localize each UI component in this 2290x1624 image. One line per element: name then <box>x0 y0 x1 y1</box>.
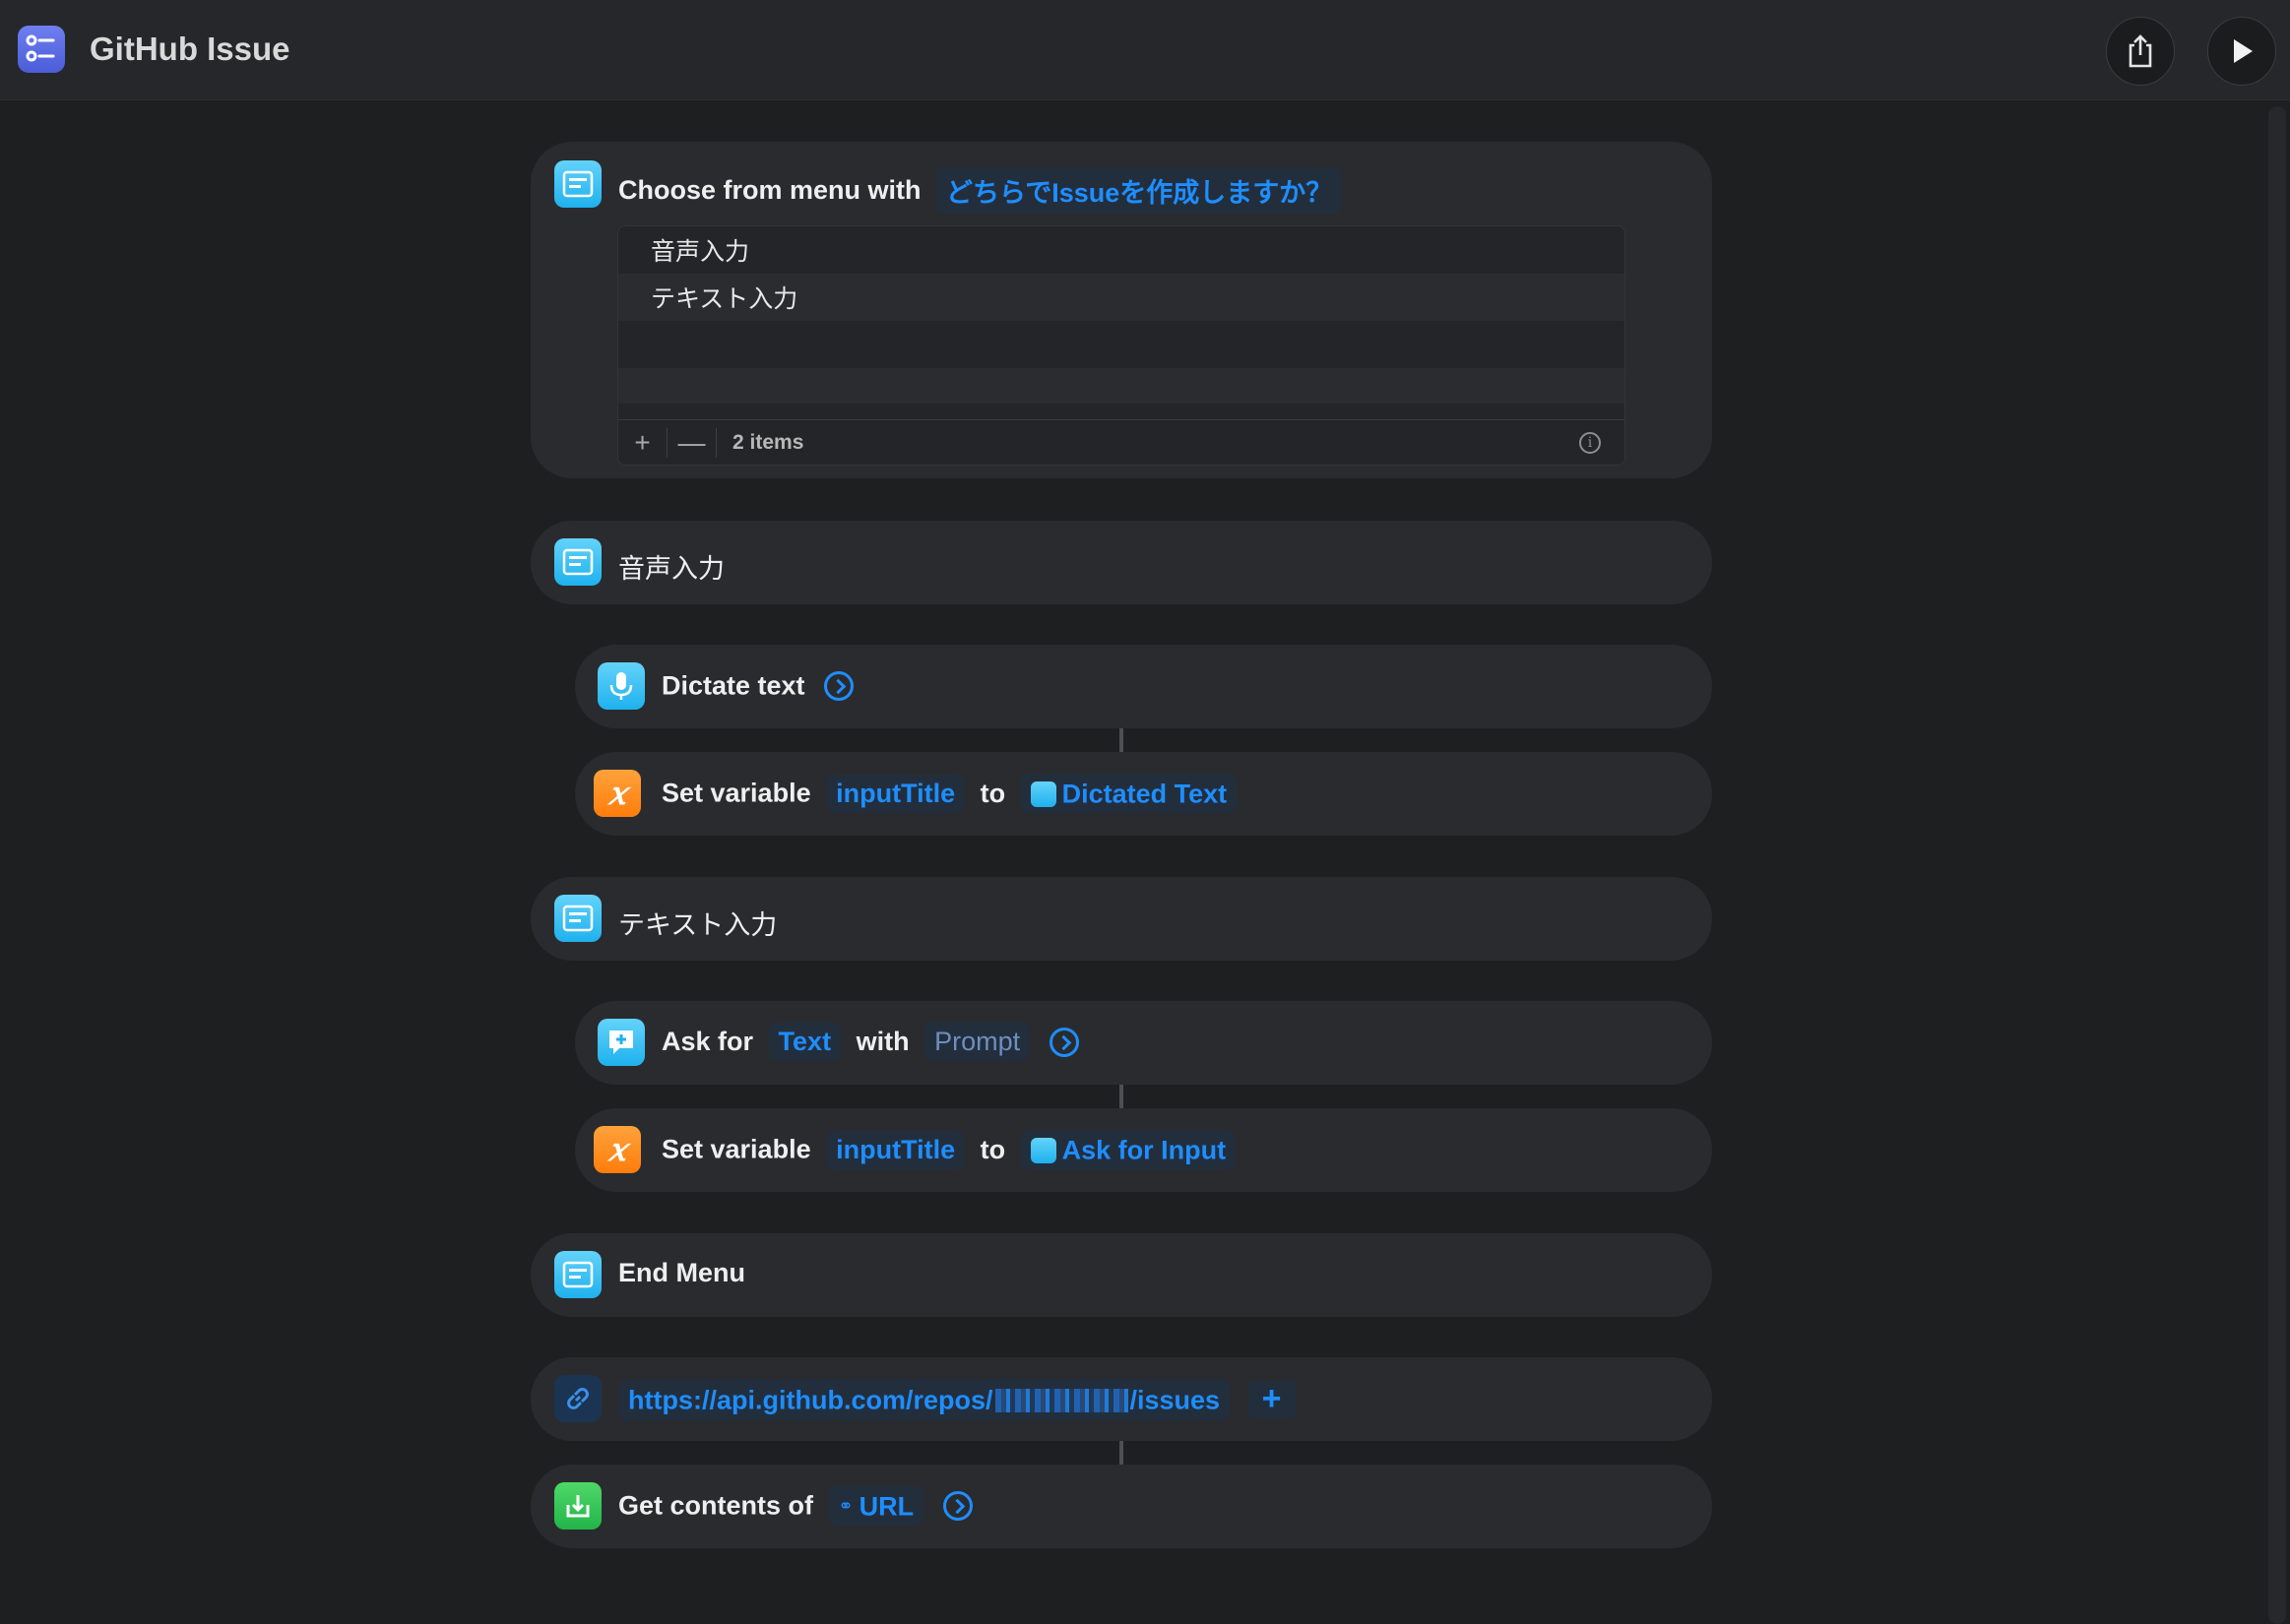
connector-line <box>1119 728 1123 752</box>
set-variable-action[interactable]: 𝑥 Set variable inputTitle to Ask for Inp… <box>575 1108 1712 1192</box>
redacted-text <box>994 1388 1128 1412</box>
action-label: Set variable <box>662 778 811 808</box>
menu-icon <box>554 1251 602 1298</box>
play-icon <box>2234 39 2253 63</box>
connector-line <box>1119 1085 1123 1108</box>
share-icon <box>2129 34 2152 68</box>
menu-icon <box>554 538 602 586</box>
to-label: to <box>980 1134 1006 1164</box>
expand-chevron-icon[interactable] <box>1049 1027 1079 1057</box>
info-icon[interactable]: i <box>1579 432 1601 454</box>
input-type-token[interactable]: Text <box>768 1023 842 1061</box>
action-label: Choose from menu with <box>618 175 922 205</box>
action-label: Dictate text <box>662 670 805 701</box>
action-label: Get contents of <box>618 1490 814 1521</box>
ask-for-input-token[interactable]: Ask for Input <box>1020 1130 1237 1170</box>
variable-name-token[interactable]: inputTitle <box>826 774 966 813</box>
expand-chevron-icon[interactable] <box>824 670 855 701</box>
speech-bubble-plus-icon <box>1030 1137 1056 1163</box>
menu-case-voice[interactable]: 音声入力 <box>531 521 1712 604</box>
url-action[interactable]: https://api.github.com/repos/ /issues + <box>531 1357 1712 1441</box>
url-prefix: https://api.github.com/repos/ <box>628 1385 993 1415</box>
ask-for-input-action[interactable]: Ask for Text with Prompt <box>575 1001 1712 1085</box>
download-tray-icon <box>554 1482 602 1530</box>
variable-x-icon: 𝑥 <box>594 770 641 817</box>
token-label: URL <box>859 1491 915 1522</box>
menu-item[interactable]: テキスト入力 <box>618 274 1624 321</box>
run-button[interactable] <box>2207 17 2276 86</box>
speech-bubble-plus-icon <box>598 1019 645 1066</box>
title-bar: GitHub Issue <box>0 0 2290 100</box>
connector-line <box>1119 1441 1123 1465</box>
microphone-icon <box>598 662 645 710</box>
menu-item[interactable]: 音声入力 <box>618 226 1624 274</box>
item-count: 2 items <box>732 430 804 454</box>
add-url-button[interactable]: + <box>1246 1381 1297 1419</box>
menu-icon <box>554 160 602 208</box>
action-label: End Menu <box>618 1258 745 1287</box>
expand-chevron-icon[interactable] <box>942 1491 973 1522</box>
dictated-text-token[interactable]: Dictated Text <box>1020 774 1238 814</box>
remove-item-button[interactable]: — <box>668 427 717 458</box>
microphone-icon <box>1030 781 1056 807</box>
window-title: GitHub Issue <box>90 31 290 67</box>
variable-x-icon: 𝑥 <box>594 1126 641 1173</box>
menu-item-empty[interactable] <box>618 368 1624 404</box>
checklist-icon <box>18 26 65 73</box>
menu-item-empty[interactable] <box>618 321 1624 368</box>
url-token[interactable]: https://api.github.com/repos/ /issues <box>618 1379 1231 1421</box>
get-contents-action[interactable]: Get contents of ⚭ URL <box>531 1465 1712 1548</box>
menu-case-text[interactable]: テキスト入力 <box>531 877 1712 961</box>
prompt-token[interactable]: Prompt <box>924 1023 1031 1061</box>
menu-list-footer: + — 2 items i <box>618 419 1624 465</box>
url-suffix: /issues <box>1129 1385 1221 1415</box>
case-label: 音声入力 <box>618 554 725 584</box>
to-label: to <box>980 778 1006 808</box>
scrollbar[interactable] <box>2268 106 2286 1624</box>
link-icon: ⚭ <box>838 1496 854 1517</box>
with-label: with <box>856 1027 910 1056</box>
menu-prompt-token[interactable]: どちらでIssueを作成しますか？ <box>936 167 1343 214</box>
add-item-button[interactable]: + <box>618 427 668 458</box>
action-label: Set variable <box>662 1134 811 1164</box>
set-variable-action[interactable]: 𝑥 Set variable inputTitle to Dictated Te… <box>575 752 1712 836</box>
menu-icon <box>554 895 602 942</box>
token-label: Dictated Text <box>1061 779 1228 809</box>
action-label: Ask for <box>662 1027 754 1056</box>
menu-items-list: 音声入力 テキスト入力 + — 2 items i <box>617 225 1625 466</box>
link-icon <box>554 1375 602 1422</box>
end-menu-action[interactable]: End Menu <box>531 1233 1712 1317</box>
dictate-text-action[interactable]: Dictate text <box>575 645 1712 728</box>
variable-name-token[interactable]: inputTitle <box>826 1130 966 1169</box>
case-label: テキスト入力 <box>618 910 778 940</box>
url-variable-token[interactable]: ⚭ URL <box>828 1486 924 1527</box>
share-button[interactable] <box>2106 17 2175 86</box>
token-label: Ask for Input <box>1061 1135 1227 1165</box>
